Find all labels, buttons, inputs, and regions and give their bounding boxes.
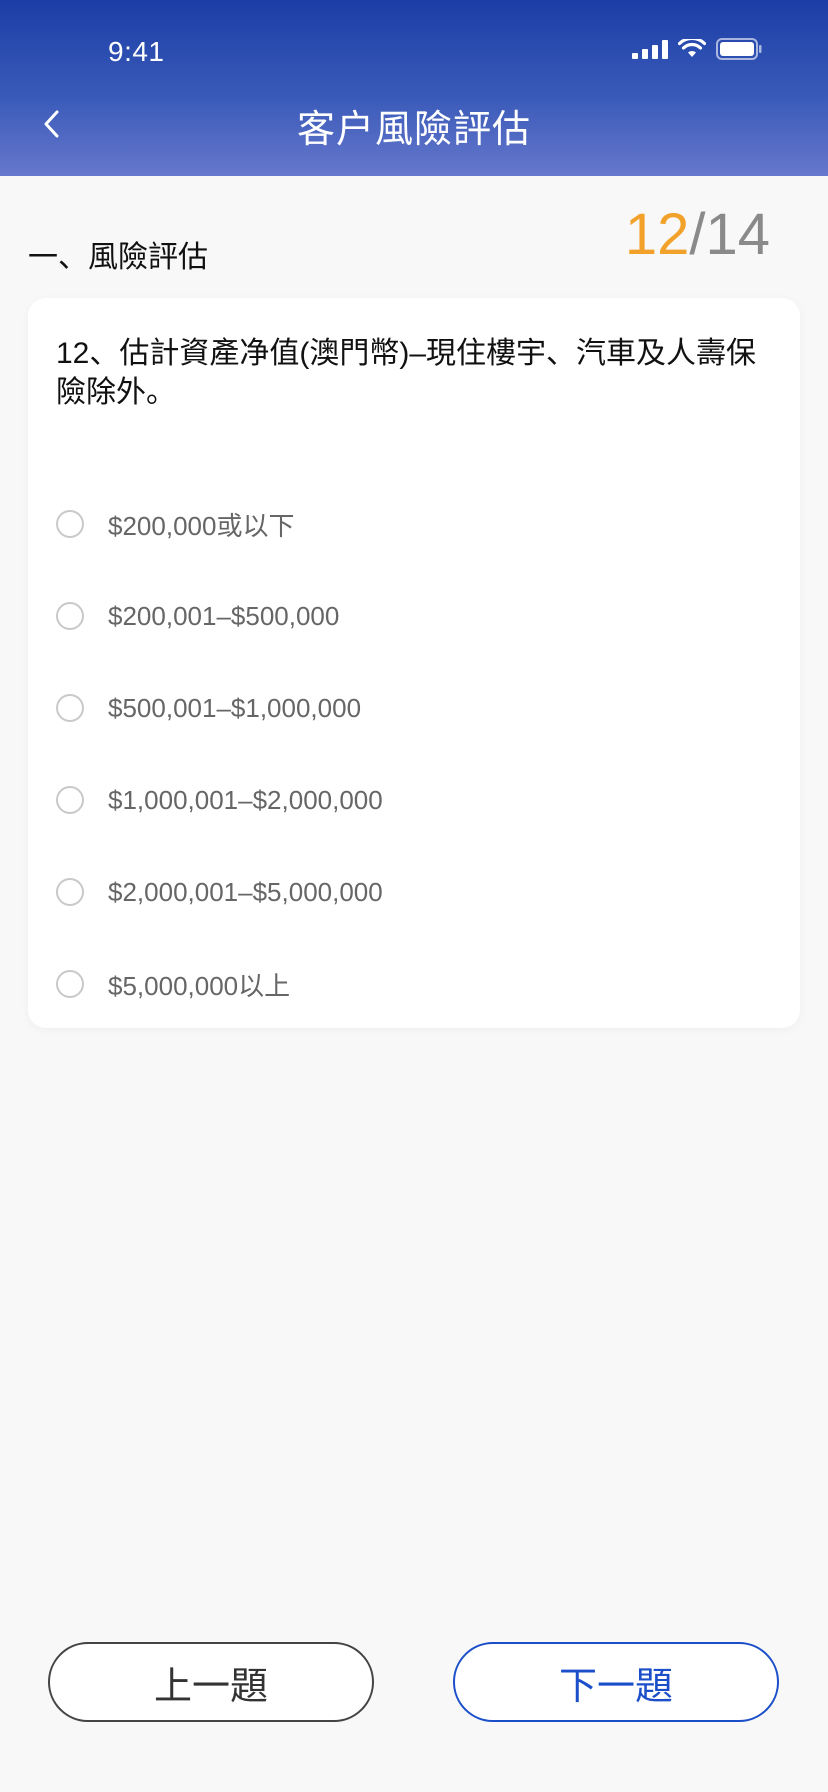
signal-icon (632, 39, 668, 59)
option-item[interactable]: $1,000,001–$2,000,000 (56, 754, 776, 846)
radio-button[interactable] (56, 510, 84, 538)
radio-button[interactable] (56, 694, 84, 722)
status-time: 9:41 (108, 36, 165, 67)
next-question-button[interactable]: 下一題 (453, 1642, 779, 1722)
option-label: $2,000,001–$5,000,000 (108, 876, 383, 907)
option-item[interactable]: $500,001–$1,000,000 (56, 662, 776, 754)
option-list: $200,000或以下 $200,001–$500,000 $500,001–$… (56, 478, 776, 1030)
previous-question-button[interactable]: 上一題 (48, 1642, 374, 1722)
option-label: $200,001–$500,000 (108, 600, 340, 631)
option-label: $200,000或以下 (108, 510, 295, 541)
progress-current: 12 (624, 202, 690, 267)
header: 9:41 客户風險評估 (0, 0, 828, 176)
progress-total: 14 (705, 202, 770, 267)
question-card: 12、估計資產净值(澳門幣)–現住樓宇、汽車及人壽保險除外。 $200,000或… (28, 298, 800, 1028)
section-title: 一、風險評估 (28, 241, 208, 274)
radio-button[interactable] (56, 602, 84, 630)
wifi-icon (678, 39, 706, 59)
status-icons (632, 38, 762, 60)
option-label: $5,000,000以上 (108, 970, 291, 1001)
radio-button[interactable] (56, 878, 84, 906)
progress-separator: / (689, 202, 706, 267)
option-item[interactable]: $200,000或以下 (56, 478, 776, 570)
option-item[interactable]: $2,000,001–$5,000,000 (56, 846, 776, 938)
battery-icon (716, 38, 762, 60)
option-label: $1,000,001–$2,000,000 (108, 784, 383, 815)
page-title: 客户風險評估 (296, 109, 531, 151)
option-item[interactable]: $5,000,000以上 (56, 938, 776, 1030)
radio-button[interactable] (56, 786, 84, 814)
question-text: 12、估計資產净值(澳門幣)–現住樓宇、汽車及人壽保險除外。 (56, 337, 757, 409)
radio-button[interactable] (56, 970, 84, 998)
progress-indicator: 12/14 (625, 206, 770, 264)
option-label: $500,001–$1,000,000 (108, 692, 362, 723)
option-item[interactable]: $200,001–$500,000 (56, 570, 776, 662)
